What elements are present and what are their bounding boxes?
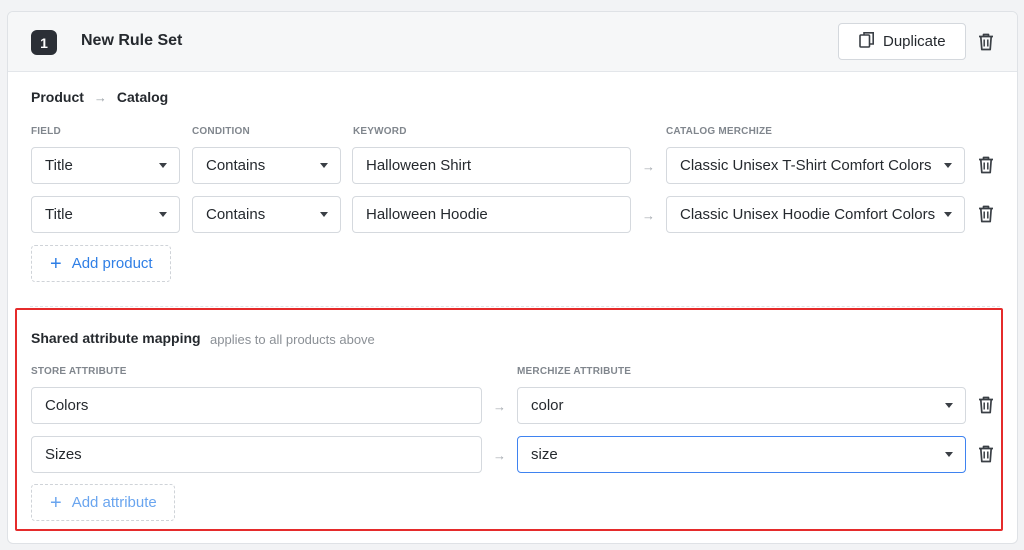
rule-set-title: New Rule Set [81, 32, 183, 49]
catalog-select-value: Classic Unisex T-Shirt Comfort Colors [680, 157, 932, 174]
caret-down-icon [945, 452, 953, 457]
store-attribute-value: Sizes [45, 446, 82, 463]
add-attribute-label: Add attribute [71, 494, 157, 511]
keyword-input[interactable]: Halloween Hoodie [352, 196, 631, 233]
caret-down-icon [320, 212, 328, 217]
section-divider [30, 306, 1000, 307]
condition-select-value: Contains [206, 157, 266, 174]
copy-icon [859, 31, 875, 53]
merchize-attribute-select[interactable]: color [517, 387, 966, 424]
store-attribute-input[interactable]: Sizes [31, 436, 482, 473]
column-header-catalog-merchize: CATALOG MERCHIZE [666, 126, 773, 137]
rule-set-number-badge: 1 [31, 30, 57, 55]
add-attribute-button[interactable]: + Add attribute [31, 484, 175, 521]
field-select[interactable]: Title [31, 147, 180, 184]
shared-attribute-title: Shared attribute mapping [31, 330, 201, 346]
field-select-value: Title [45, 206, 73, 223]
caret-down-icon [320, 163, 328, 168]
arrow-right-icon: → [93, 89, 107, 105]
shared-attribute-subtitle: applies to all products above [210, 332, 375, 347]
condition-select[interactable]: Contains [192, 147, 341, 184]
merchize-attribute-value: size [531, 446, 558, 463]
arrow-right-icon: → [493, 399, 506, 414]
merchize-attribute-select[interactable]: size [517, 436, 966, 473]
catalog-select[interactable]: Classic Unisex T-Shirt Comfort Colors [666, 147, 965, 184]
delete-attribute-trash-icon[interactable] [975, 443, 997, 465]
breadcrumb-catalog: Catalog [116, 89, 169, 105]
catalog-select-value: Classic Unisex Hoodie Comfort Colors [680, 206, 936, 223]
plus-icon: + [50, 491, 62, 514]
column-header-keyword: KEYWORD [353, 126, 407, 137]
store-attribute-value: Colors [45, 397, 89, 414]
column-header-store-attribute: STORE ATTRIBUTE [31, 366, 127, 377]
column-header-field: FIELD [31, 126, 61, 137]
arrow-right-icon: → [642, 208, 655, 223]
merchize-attribute-value: color [531, 397, 564, 414]
keyword-input-value: Halloween Shirt [366, 157, 472, 174]
keyword-input[interactable]: Halloween Shirt [352, 147, 631, 184]
rule-set-card: 1 New Rule Set Duplicate Product → Catal… [7, 11, 1018, 544]
add-product-label: Add product [71, 255, 153, 272]
breadcrumb: Product → Catalog [31, 89, 168, 105]
catalog-select[interactable]: Classic Unisex Hoodie Comfort Colors [666, 196, 965, 233]
condition-select[interactable]: Contains [192, 196, 341, 233]
field-select-value: Title [45, 157, 73, 174]
caret-down-icon [944, 212, 952, 217]
field-select[interactable]: Title [31, 196, 180, 233]
rule-set-header: 1 New Rule Set Duplicate [8, 12, 1017, 72]
duplicate-label: Duplicate [883, 33, 946, 50]
add-product-button[interactable]: + Add product [31, 245, 171, 282]
caret-down-icon [159, 212, 167, 217]
delete-row-trash-icon[interactable] [975, 203, 997, 225]
arrow-right-icon: → [642, 159, 655, 174]
breadcrumb-product: Product [31, 89, 84, 105]
column-header-merchize-attribute: MERCHIZE ATTRIBUTE [517, 366, 632, 377]
delete-row-trash-icon[interactable] [975, 154, 997, 176]
column-header-condition: CONDITION [192, 126, 250, 137]
condition-select-value: Contains [206, 206, 266, 223]
caret-down-icon [945, 403, 953, 408]
plus-icon: + [50, 252, 62, 275]
caret-down-icon [159, 163, 167, 168]
keyword-input-value: Halloween Hoodie [366, 206, 488, 223]
duplicate-button[interactable]: Duplicate [838, 23, 966, 60]
delete-attribute-trash-icon[interactable] [975, 394, 997, 416]
store-attribute-input[interactable]: Colors [31, 387, 482, 424]
delete-rule-set-trash-icon[interactable] [975, 31, 997, 53]
arrow-right-icon: → [493, 448, 506, 463]
caret-down-icon [944, 163, 952, 168]
